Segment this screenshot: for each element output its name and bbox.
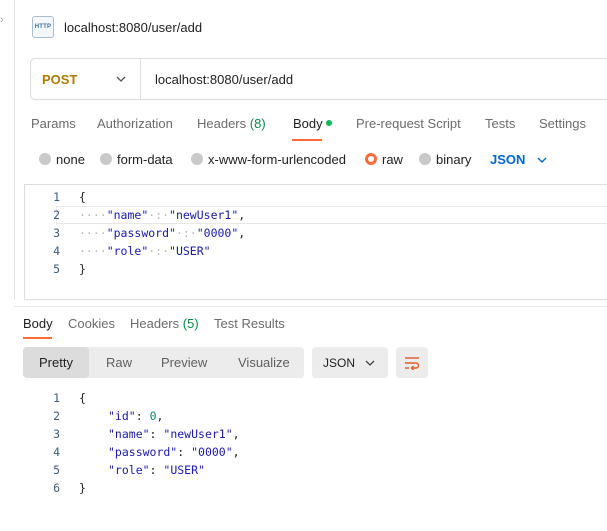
request-tab[interactable]: HTTP localhost:8080/user/add <box>32 14 202 40</box>
tab-pre-request-script[interactable]: Pre-request Script <box>356 116 461 131</box>
line-number: 4 <box>53 445 60 459</box>
radio-raw-label: raw <box>382 152 403 167</box>
radio-raw[interactable] <box>365 153 377 165</box>
code-line: } <box>79 262 86 276</box>
tab-body[interactable]: Body <box>293 116 323 131</box>
radio-urlencoded-label: x-www-form-urlencoded <box>208 152 346 167</box>
radio-form-data-label: form-data <box>117 152 173 167</box>
tab-settings[interactable]: Settings <box>539 116 586 131</box>
chevron-down-icon <box>537 157 547 163</box>
code-line: "role": "USER" <box>108 463 205 477</box>
response-tab-headers-count: (5) <box>182 316 199 331</box>
url-input[interactable]: localhost:8080/user/add <box>155 72 293 87</box>
radio-form-data[interactable] <box>100 153 112 165</box>
wrap-lines-icon <box>405 356 420 370</box>
body-status-dot <box>326 120 332 126</box>
view-pretty-button[interactable]: Pretty <box>39 355 73 370</box>
line-number: 2 <box>53 208 60 222</box>
response-tab-headers-label: Headers <box>130 316 180 331</box>
code-line: "name": "newUser1", <box>108 427 240 441</box>
response-active-tab-indicator <box>23 337 52 339</box>
code-line: ····"name"·:·"newUser1", <box>79 208 246 222</box>
tab-authorization[interactable]: Authorization <box>97 116 173 131</box>
response-divider <box>14 306 607 307</box>
active-tab-indicator <box>292 139 322 141</box>
tab-tests[interactable]: Tests <box>485 116 515 131</box>
chevron-down-icon <box>116 76 126 82</box>
code-line: } <box>79 481 86 495</box>
response-tab-headers[interactable]: Headers (5) <box>130 316 199 331</box>
url-bar: POST localhost:8080/user/add <box>30 58 607 100</box>
radio-binary[interactable] <box>419 153 431 165</box>
response-tab-test-results[interactable]: Test Results <box>214 316 285 331</box>
http-icon: HTTP <box>32 16 54 38</box>
view-visualize-button[interactable]: Visualize <box>238 355 290 370</box>
tab-headers-count: (8) <box>249 116 266 131</box>
view-raw-button[interactable]: Raw <box>106 355 132 370</box>
code-line: ····"role"·:·"USER" <box>79 244 211 258</box>
chevron-down-icon <box>365 360 375 366</box>
line-number: 2 <box>53 409 60 423</box>
method-label: POST <box>42 71 78 87</box>
code-line: "id": 0, <box>108 409 164 423</box>
response-format-label: JSON <box>323 355 356 370</box>
line-number: 4 <box>53 244 60 258</box>
radio-none-label: none <box>56 152 85 167</box>
radio-urlencoded[interactable] <box>191 153 203 165</box>
tab-headers-label: Headers <box>197 116 247 131</box>
line-number: 5 <box>53 463 60 477</box>
radio-none[interactable] <box>39 153 51 165</box>
tab-headers[interactable]: Headers (8) <box>197 116 266 131</box>
wrap-lines-button[interactable] <box>396 347 428 378</box>
response-format-select[interactable]: JSON <box>312 347 388 378</box>
radio-binary-label: binary <box>436 152 472 167</box>
code-line: ····"password"·:·"0000", <box>79 226 246 240</box>
line-number: 1 <box>53 391 60 405</box>
line-number: 5 <box>53 262 60 276</box>
tab-params[interactable]: Params <box>31 116 76 131</box>
code-line: "password": "0000", <box>108 445 240 459</box>
line-number: 1 <box>53 190 60 204</box>
sidebar-divider <box>14 0 15 300</box>
line-number: 6 <box>53 481 60 495</box>
code-line: { <box>79 391 86 405</box>
raw-format-select[interactable]: JSON <box>490 152 525 167</box>
code-line: { <box>79 190 86 204</box>
response-tab-cookies[interactable]: Cookies <box>68 316 115 331</box>
response-tab-body[interactable]: Body <box>23 316 53 331</box>
request-body-editor[interactable] <box>24 184 607 300</box>
line-number: 3 <box>53 427 60 441</box>
view-preview-button[interactable]: Preview <box>161 355 207 370</box>
line-number: 3 <box>53 226 60 240</box>
gutter-marker: › <box>0 14 4 26</box>
request-tab-title: localhost:8080/user/add <box>64 19 203 35</box>
